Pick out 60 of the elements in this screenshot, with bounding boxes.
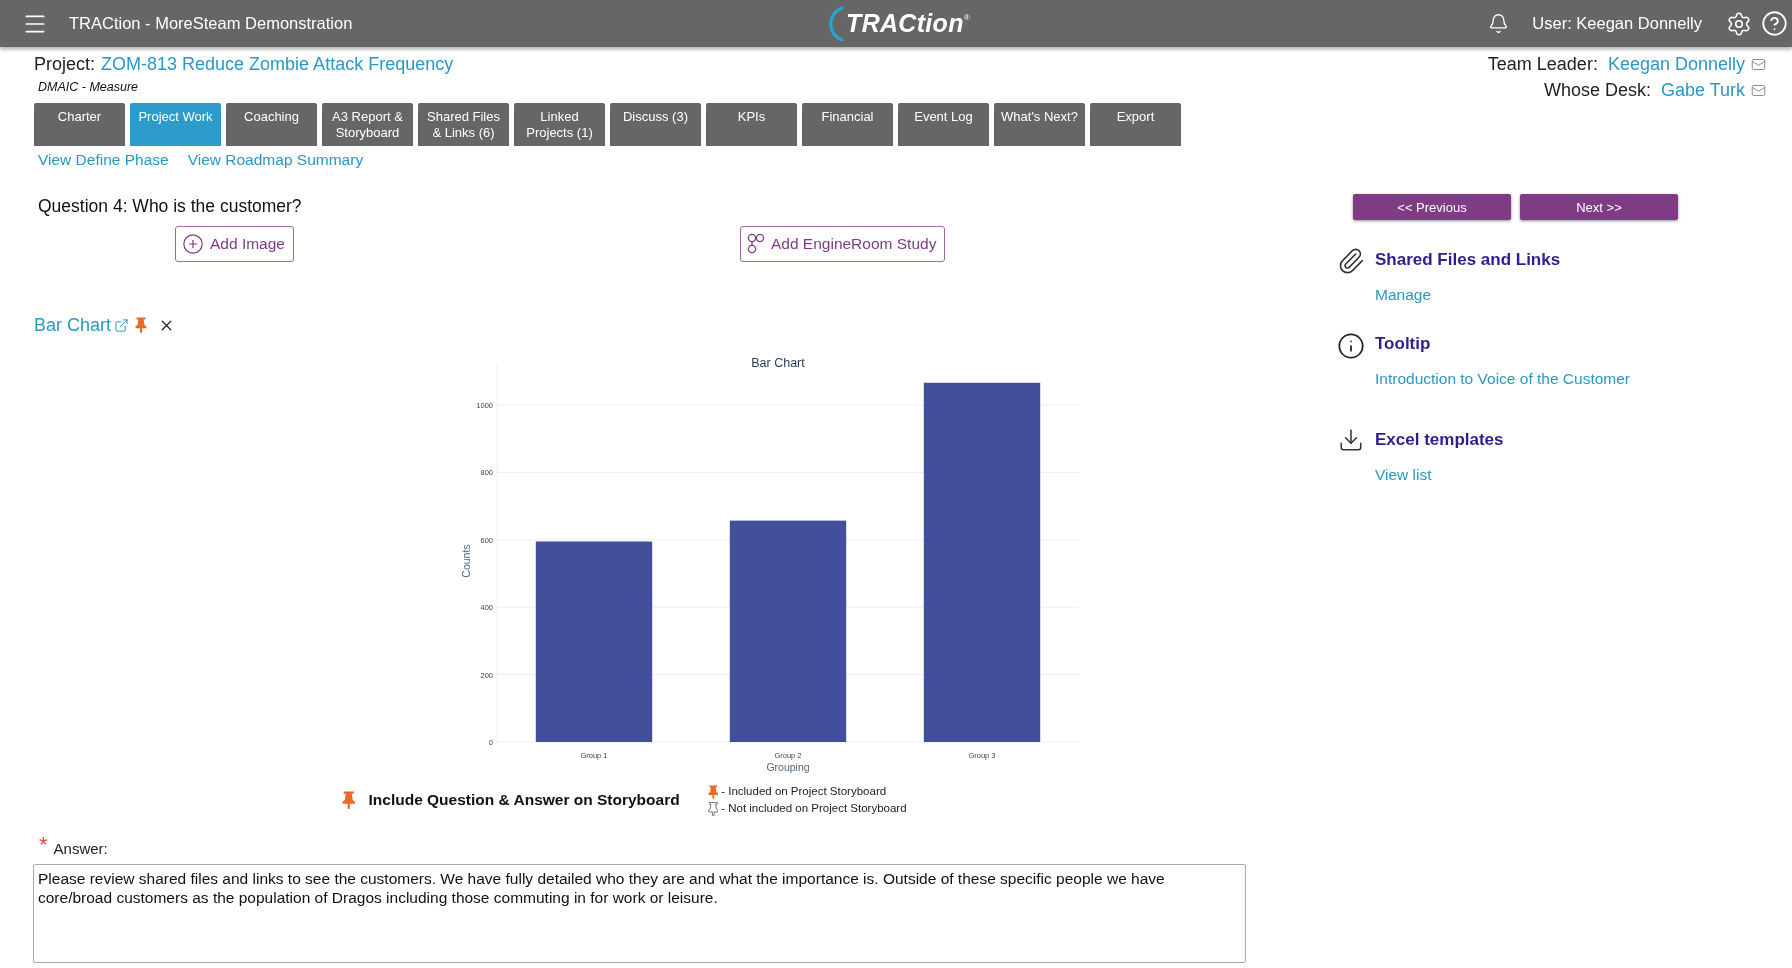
- storyboard-label: Include Question & Answer on Storyboard: [368, 791, 680, 809]
- phase-link[interactable]: View Roadmap Summary: [187, 149, 364, 171]
- project-link[interactable]: ZOM-813 Reduce Zombie Attack Frequency: [101, 52, 454, 76]
- mail-icon[interactable]: [1751, 56, 1766, 72]
- answer-label: Answer:: [53, 839, 108, 859]
- download-icon: [1338, 427, 1364, 453]
- legend-text: - Included on Project Storyboard: [721, 784, 887, 799]
- tab[interactable]: Coaching: [226, 103, 317, 146]
- phase-label: DMAIC - Measure: [38, 79, 139, 95]
- pushpin-outline-icon: [707, 801, 719, 816]
- info-icon: [1337, 331, 1365, 361]
- question-text: Question 4: Who is the customer?: [38, 195, 302, 217]
- resource-title: Excel templates: [1375, 429, 1504, 451]
- tab[interactable]: Event Log: [898, 103, 989, 146]
- app-logo: TRACtion$^{®}$: [846, 9, 970, 38]
- team-label: Team Leader:: [1487, 53, 1598, 76]
- tab[interactable]: KPIs: [706, 103, 797, 146]
- resource-link[interactable]: Manage: [1375, 284, 1431, 306]
- user-name: User: Keegan Donnelly: [1532, 14, 1702, 33]
- phase-link[interactable]: View Define Phase: [38, 149, 169, 171]
- add-image-button[interactable]: Add Image: [175, 226, 294, 262]
- answer-field[interactable]: Please review shared files and links to see the customers. We have fully detailed who they are and what the importance is. Outside of these specific people we have core/broad customers as the population of Dragos including those commuting in for work or leisure.: [33, 864, 1246, 963]
- person-link[interactable]: Gabe Turk: [1660, 78, 1745, 102]
- tab[interactable]: Project Work: [130, 103, 221, 146]
- resource-title: Shared Files and Links: [1375, 249, 1561, 271]
- paperclip-icon: [1337, 247, 1365, 275]
- pushpin-icon[interactable]: [135, 317, 148, 333]
- attachment-link[interactable]: Bar Chart: [34, 313, 112, 337]
- help-icon[interactable]: [1761, 10, 1788, 37]
- tab[interactable]: Linked Projects (1): [514, 103, 605, 146]
- external-link-icon[interactable]: [114, 317, 130, 333]
- next-button[interactable]: Next >>: [1520, 194, 1678, 220]
- tab[interactable]: Financial: [802, 103, 893, 146]
- legend-text: - Not included on Project Storyboard: [721, 801, 907, 816]
- mail-icon[interactable]: [1751, 82, 1766, 98]
- pushpin-icon: [707, 784, 719, 799]
- tab[interactable]: Discuss (3): [610, 103, 701, 146]
- previous-button[interactable]: << Previous: [1353, 194, 1511, 220]
- bell-icon[interactable]: [1488, 13, 1510, 34]
- tab[interactable]: What's Next?: [994, 103, 1085, 146]
- chart-title: Bar Chart: [751, 356, 805, 370]
- axis-title: Counts: [460, 544, 472, 578]
- pushpin-icon[interactable]: [342, 791, 356, 809]
- tab[interactable]: Charter: [34, 103, 125, 146]
- plus-circle-icon: [182, 233, 204, 255]
- add-study-button[interactable]: Add EngineRoom Study: [739, 226, 946, 262]
- app-title: TRACtion - MoreSteam Demonstration: [69, 14, 353, 33]
- tab[interactable]: Shared Files & Links (6): [418, 103, 509, 146]
- settings-icon[interactable]: [1726, 10, 1752, 37]
- tab[interactable]: Export: [1090, 103, 1181, 146]
- connected-circles-icon: [746, 233, 765, 255]
- required-mark: *: [39, 834, 48, 856]
- axis-title: Grouping: [766, 761, 810, 773]
- resource-title: Tooltip: [1375, 333, 1431, 355]
- project-label: Project:: [34, 53, 96, 76]
- resource-link[interactable]: View list: [1375, 464, 1432, 486]
- person-link[interactable]: Keegan Donnelly: [1607, 52, 1745, 76]
- tab[interactable]: A3 Report & Storyboard: [322, 103, 413, 146]
- team-label: Whose Desk:: [1543, 79, 1651, 102]
- resource-link[interactable]: Introduction to Voice of the Customer: [1375, 368, 1631, 390]
